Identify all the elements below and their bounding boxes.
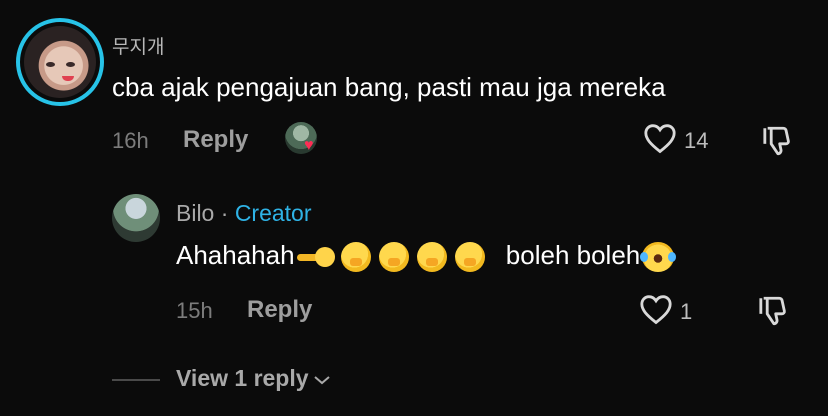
comment2-time: 15h	[176, 298, 213, 323]
replies-divider	[112, 379, 160, 381]
comment2-like-count: 1	[680, 299, 693, 324]
comment1-username[interactable]: 무지개	[112, 32, 164, 59]
heart-outline-icon	[640, 295, 672, 325]
view-replies-button[interactable]: View 1 reply	[176, 365, 331, 392]
comment1-like-button[interactable]	[643, 122, 677, 154]
chevron-down-icon	[313, 374, 331, 386]
creator-avatar[interactable]	[112, 194, 160, 242]
avatar-eye-left	[46, 62, 55, 67]
hand-over-mouth-emoji-icon	[416, 242, 447, 273]
view-replies-label: View 1 reply	[176, 365, 309, 391]
dislike-icon	[763, 126, 790, 156]
hand-over-mouth-emoji-icon	[378, 242, 409, 273]
creator-liked-heart-icon: ♥	[304, 137, 314, 154]
hand-over-mouth-emoji-icon	[454, 242, 485, 273]
avatar-mouth	[62, 76, 74, 81]
tears-of-joy-emoji-icon	[640, 242, 677, 273]
comment2-username-line: Bilo · Creator	[176, 200, 312, 227]
comment1-reply-button[interactable]: Reply	[183, 126, 248, 154]
dislike-icon	[759, 296, 786, 326]
comment2-text: Ahahahah boleh boleh	[176, 240, 677, 273]
pointing-emoji-icon	[296, 245, 337, 269]
heart-outline-icon	[644, 124, 676, 154]
comment1-text: cba ajak pengajuan bang, pasti mau jga m…	[112, 72, 666, 102]
separator-dot: ·	[220, 200, 229, 226]
comment1-like-count: 14	[684, 128, 709, 153]
avatar-eye-right	[66, 62, 75, 67]
comment2-dislike-button[interactable]	[758, 294, 792, 328]
comment2-like-button[interactable]	[639, 293, 673, 325]
commenter-avatar-1[interactable]	[16, 18, 104, 106]
comment2-reply-button[interactable]: Reply	[247, 296, 312, 324]
hand-over-mouth-emoji-icon	[340, 242, 371, 273]
comment1-time: 16h	[112, 128, 149, 153]
creator-badge: Creator	[234, 200, 312, 226]
avatar-image	[24, 26, 96, 98]
comment2-username[interactable]: Bilo	[176, 200, 214, 226]
comment2-text-end: boleh boleh	[505, 240, 641, 270]
comment2-text-start: Ahahahah	[176, 240, 295, 270]
comment1-dislike-button[interactable]	[762, 124, 796, 158]
